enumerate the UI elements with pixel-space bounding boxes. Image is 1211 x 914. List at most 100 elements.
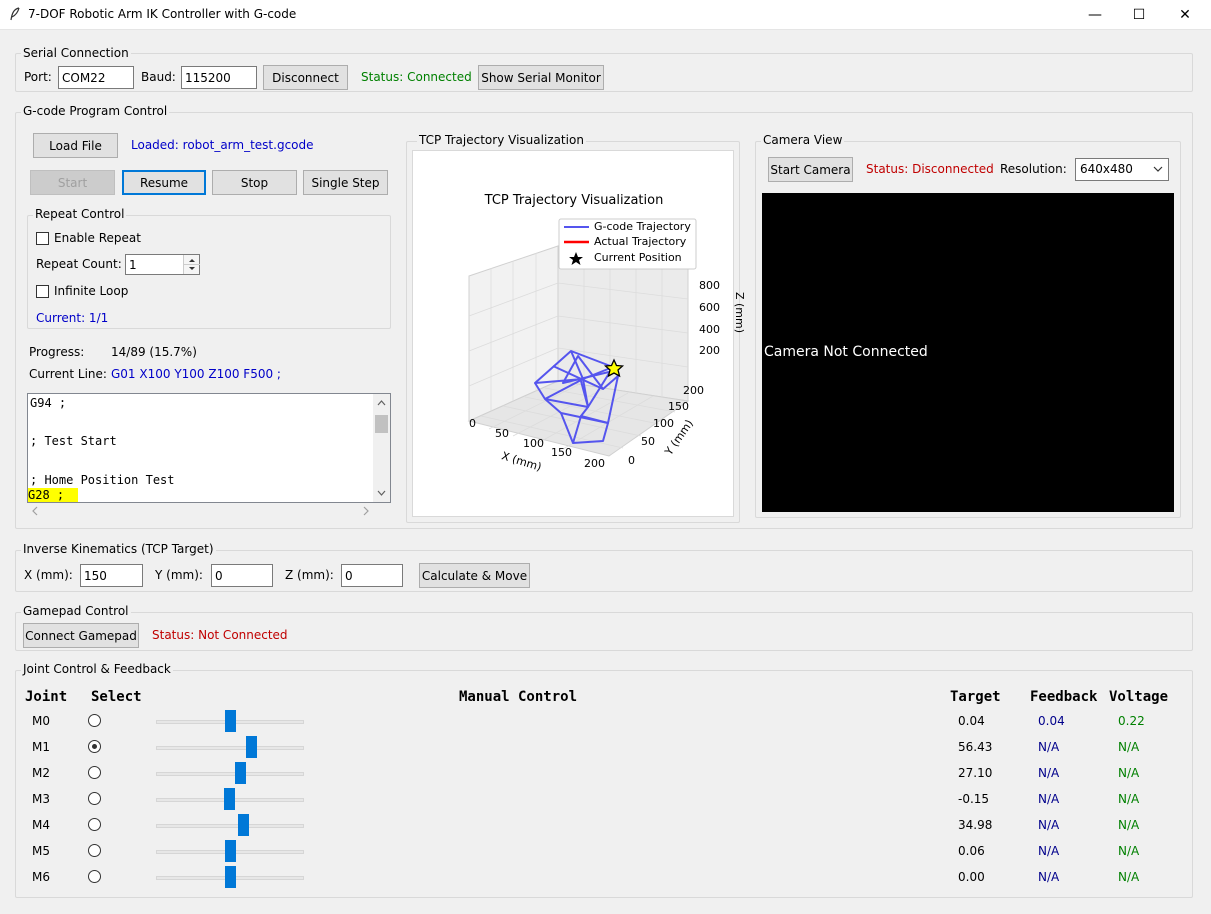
resume-button[interactable]: Resume <box>122 170 206 195</box>
joint-voltage: N/A <box>1118 740 1140 754</box>
joint-name: M5 <box>32 844 50 858</box>
joint-select-radio[interactable] <box>88 818 101 831</box>
legend-actual-trajectory: Actual Trajectory <box>594 235 687 248</box>
close-button[interactable]: ✕ <box>1162 0 1208 30</box>
joint-name: M1 <box>32 740 50 754</box>
single-step-button[interactable]: Single Step <box>303 170 388 195</box>
joint-feedback: N/A <box>1038 818 1060 832</box>
joint-select-radio[interactable] <box>88 844 101 857</box>
joint-select-radio[interactable] <box>88 792 101 805</box>
joint-slider-thumb[interactable] <box>224 788 235 810</box>
x-tick: 50 <box>495 427 509 440</box>
gcode-group-label: G-code Program Control <box>21 104 170 118</box>
x-tick: 200 <box>584 457 605 470</box>
joint-slider-thumb[interactable] <box>225 866 236 888</box>
joint-target: 0.00 <box>958 870 985 884</box>
joint-select-radio[interactable] <box>88 870 101 883</box>
trajectory-3d-axes <box>467 218 697 457</box>
joint-slider-thumb[interactable] <box>235 762 246 784</box>
enable-repeat-label: Enable Repeat <box>54 231 141 245</box>
maximize-button[interactable]: ☐ <box>1116 0 1162 30</box>
joint-slider-track[interactable] <box>156 824 304 828</box>
joint-select-radio[interactable] <box>88 766 101 779</box>
z-axis-label: Z (mm) <box>733 291 747 334</box>
y-tick: 200 <box>683 384 704 397</box>
repeat-current-label: Current: 1/1 <box>36 311 109 325</box>
ik-z-label: Z (mm): <box>285 568 334 582</box>
chevron-down-icon <box>1153 166 1163 172</box>
joint-slider-track[interactable] <box>156 746 304 750</box>
gamepad-status: Status: Not Connected <box>152 628 288 642</box>
joint-target: 27.10 <box>958 766 993 780</box>
start-button[interactable]: Start <box>30 170 115 195</box>
joint-slider-thumb[interactable] <box>246 736 257 758</box>
joint-name: M6 <box>32 870 50 884</box>
select-header: Select <box>91 689 142 705</box>
current-line-label: Current Line: <box>29 367 107 381</box>
window-title: 7-DOF Robotic Arm IK Controller with G-c… <box>28 7 297 21</box>
joint-slider-thumb[interactable] <box>225 710 236 732</box>
joint-name: M0 <box>32 714 50 728</box>
show-serial-monitor-button[interactable]: Show Serial Monitor <box>478 65 604 90</box>
joint-target: -0.15 <box>958 792 990 806</box>
joint-target: 34.98 <box>958 818 993 832</box>
disconnect-button[interactable]: Disconnect <box>263 65 348 90</box>
joint-voltage: N/A <box>1118 766 1140 780</box>
load-file-button[interactable]: Load File <box>33 133 118 158</box>
repeat-count-label: Repeat Count: <box>36 257 122 271</box>
joint-slider-thumb[interactable] <box>238 814 249 836</box>
x-tick: 0 <box>469 417 476 430</box>
joint-select-radio[interactable] <box>88 714 101 727</box>
infinite-loop-checkbox[interactable] <box>36 285 49 298</box>
repeat-count-spinner[interactable] <box>183 255 200 274</box>
ik-x-input[interactable] <box>80 564 143 587</box>
port-input[interactable] <box>58 66 134 89</box>
enable-repeat-checkbox[interactable] <box>36 232 49 245</box>
gcode-line: ; Home Position Test <box>30 473 175 487</box>
minimize-button[interactable]: — <box>1072 0 1118 30</box>
gamepad-group-label: Gamepad Control <box>21 604 131 618</box>
serial-group-label: Serial Connection <box>21 46 131 60</box>
ik-z-input[interactable] <box>341 564 403 587</box>
z-tick: 800 <box>699 279 720 292</box>
baud-label: Baud: <box>141 70 176 84</box>
gcode-line: G94 ; <box>30 396 67 410</box>
y-tick: 150 <box>668 400 689 413</box>
current-line-value: G01 X100 Y100 Z100 F500 ; <box>111 367 281 381</box>
joint-slider-thumb[interactable] <box>225 840 236 862</box>
ik-y-input[interactable] <box>211 564 273 587</box>
y-tick: 50 <box>641 435 655 448</box>
manual-control-header: Manual Control <box>459 689 578 705</box>
joint-feedback: 0.04 <box>1038 714 1065 728</box>
connect-gamepad-button[interactable]: Connect Gamepad <box>23 623 139 648</box>
target-header: Target <box>950 689 1001 705</box>
resolution-select[interactable]: 640x480 <box>1075 158 1169 181</box>
gcode-horizontal-scrollbar[interactable] <box>27 503 374 519</box>
trajectory-plot[interactable]: TCP Trajectory Visualization G-code Traj… <box>412 150 746 517</box>
baud-input[interactable] <box>181 66 257 89</box>
feedback-header: Feedback <box>1030 689 1098 705</box>
calculate-move-button[interactable]: Calculate & Move <box>419 563 530 588</box>
joint-feedback: N/A <box>1038 870 1060 884</box>
joint-voltage: N/A <box>1118 844 1140 858</box>
close-icon: ✕ <box>1179 7 1191 23</box>
y-tick: 100 <box>653 417 674 430</box>
scroll-arrows-icon <box>375 400 388 496</box>
resolution-value: 640x480 <box>1080 162 1133 176</box>
start-camera-button[interactable]: Start Camera <box>768 157 853 182</box>
progress-label: Progress: <box>29 345 85 359</box>
joint-slider-track[interactable] <box>156 772 304 776</box>
joint-name: M3 <box>32 792 50 806</box>
gcode-line: ; Test Start <box>30 434 117 448</box>
stop-button[interactable]: Stop <box>212 170 297 195</box>
joint-select-radio[interactable] <box>88 740 101 753</box>
gcode-line-highlighted: G28 ; <box>28 488 79 502</box>
joint-voltage: N/A <box>1118 818 1140 832</box>
minimize-icon: — <box>1088 7 1102 23</box>
repeat-group-label: Repeat Control <box>33 207 127 221</box>
joint-voltage: 0.22 <box>1118 714 1145 728</box>
gcode-text-area[interactable]: G94 ; ; Test Start ; Home Position Test … <box>27 393 391 503</box>
joint-voltage: N/A <box>1118 792 1140 806</box>
joint-group-label: Joint Control & Feedback <box>21 662 173 676</box>
gcode-vertical-scrollbar[interactable] <box>373 394 390 502</box>
